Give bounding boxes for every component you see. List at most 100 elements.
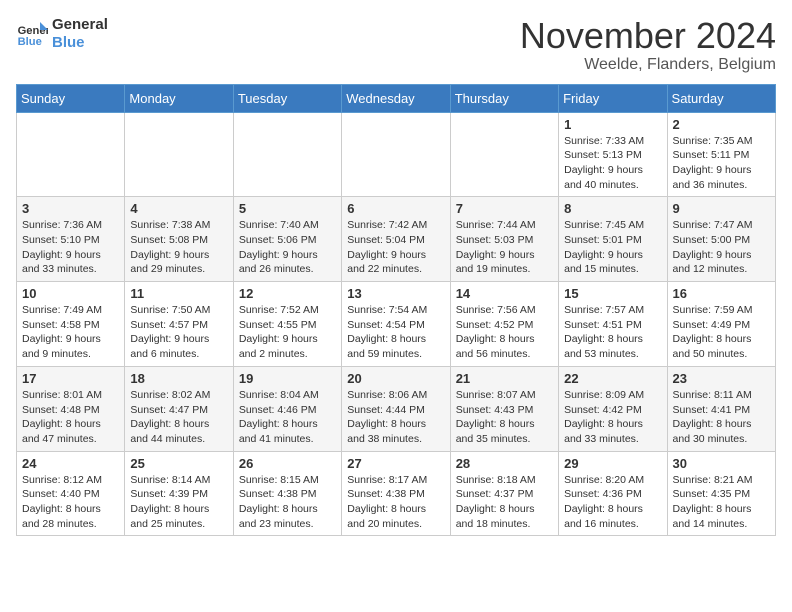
table-row xyxy=(233,112,341,197)
day-number: 2 xyxy=(673,117,770,132)
day-info: Sunrise: 7:57 AM Sunset: 4:51 PM Dayligh… xyxy=(564,303,661,362)
logo-icon: General Blue xyxy=(16,18,48,50)
day-info: Sunrise: 8:11 AM Sunset: 4:41 PM Dayligh… xyxy=(673,388,770,447)
calendar-week-row: 17 Sunrise: 8:01 AM Sunset: 4:48 PM Dayli… xyxy=(17,366,776,451)
title-area: November 2024 Weelde, Flanders, Belgium xyxy=(520,16,776,74)
table-row: 14 Sunrise: 7:56 AM Sunset: 4:52 PM Dayli… xyxy=(450,282,558,367)
day-number: 29 xyxy=(564,456,661,471)
day-number: 8 xyxy=(564,201,661,216)
day-info: Sunrise: 8:14 AM Sunset: 4:39 PM Dayligh… xyxy=(130,473,227,532)
day-number: 27 xyxy=(347,456,444,471)
table-row: 21 Sunrise: 8:07 AM Sunset: 4:43 PM Dayli… xyxy=(450,366,558,451)
table-row: 4 Sunrise: 7:38 AM Sunset: 5:08 PM Daylig… xyxy=(125,197,233,282)
logo: General Blue General Blue xyxy=(16,16,108,52)
table-row: 16Sunrise: 7:59 AM Sunset: 4:49 PM Dayli… xyxy=(667,282,775,367)
table-row: 10Sunrise: 7:49 AM Sunset: 4:58 PM Dayli… xyxy=(17,282,125,367)
day-info: Sunrise: 7:33 AM Sunset: 5:13 PM Dayligh… xyxy=(564,134,661,193)
location-title: Weelde, Flanders, Belgium xyxy=(520,56,776,74)
day-info: Sunrise: 7:50 AM Sunset: 4:57 PM Dayligh… xyxy=(130,303,227,362)
month-title: November 2024 xyxy=(520,16,776,56)
day-info: Sunrise: 7:56 AM Sunset: 4:52 PM Dayligh… xyxy=(456,303,553,362)
table-row: 25 Sunrise: 8:14 AM Sunset: 4:39 PM Dayli… xyxy=(125,451,233,536)
table-row: 18 Sunrise: 8:02 AM Sunset: 4:47 PM Dayli… xyxy=(125,366,233,451)
day-number: 25 xyxy=(130,456,227,471)
table-row xyxy=(342,112,450,197)
table-row: 11Sunrise: 7:50 AM Sunset: 4:57 PM Dayli… xyxy=(125,282,233,367)
table-row: 27 Sunrise: 8:17 AM Sunset: 4:38 PM Dayli… xyxy=(342,451,450,536)
header-wednesday: Wednesday xyxy=(342,84,450,112)
day-number: 18 xyxy=(130,371,227,386)
header-monday: Monday xyxy=(125,84,233,112)
table-row xyxy=(450,112,558,197)
day-number: 26 xyxy=(239,456,336,471)
day-info: Sunrise: 8:06 AM Sunset: 4:44 PM Dayligh… xyxy=(347,388,444,447)
table-row: 9 Sunrise: 7:47 AM Sunset: 5:00 PM Daylig… xyxy=(667,197,775,282)
day-info: Sunrise: 8:07 AM Sunset: 4:43 PM Dayligh… xyxy=(456,388,553,447)
day-number: 7 xyxy=(456,201,553,216)
day-info: Sunrise: 7:40 AM Sunset: 5:06 PM Dayligh… xyxy=(239,218,336,277)
day-info: Sunrise: 8:09 AM Sunset: 4:42 PM Dayligh… xyxy=(564,388,661,447)
table-row: 3Sunrise: 7:36 AM Sunset: 5:10 PM Daylig… xyxy=(17,197,125,282)
day-info: Sunrise: 7:36 AM Sunset: 5:10 PM Dayligh… xyxy=(22,218,119,277)
day-info: Sunrise: 7:38 AM Sunset: 5:08 PM Dayligh… xyxy=(130,218,227,277)
day-number: 6 xyxy=(347,201,444,216)
day-info: Sunrise: 8:17 AM Sunset: 4:38 PM Dayligh… xyxy=(347,473,444,532)
day-number: 19 xyxy=(239,371,336,386)
day-info: Sunrise: 7:45 AM Sunset: 5:01 PM Dayligh… xyxy=(564,218,661,277)
day-info: Sunrise: 8:02 AM Sunset: 4:47 PM Dayligh… xyxy=(130,388,227,447)
day-number: 14 xyxy=(456,286,553,301)
calendar-week-row: 10Sunrise: 7:49 AM Sunset: 4:58 PM Dayli… xyxy=(17,282,776,367)
table-row: 23 Sunrise: 8:11 AM Sunset: 4:41 PM Dayli… xyxy=(667,366,775,451)
day-number: 22 xyxy=(564,371,661,386)
day-info: Sunrise: 7:44 AM Sunset: 5:03 PM Dayligh… xyxy=(456,218,553,277)
day-info: Sunrise: 7:49 AM Sunset: 4:58 PM Dayligh… xyxy=(22,303,119,362)
day-info: Sunrise: 7:47 AM Sunset: 5:00 PM Dayligh… xyxy=(673,218,770,277)
calendar-week-row: 24Sunrise: 8:12 AM Sunset: 4:40 PM Dayli… xyxy=(17,451,776,536)
day-number: 17 xyxy=(22,371,119,386)
header-thursday: Thursday xyxy=(450,84,558,112)
day-info: Sunrise: 7:42 AM Sunset: 5:04 PM Dayligh… xyxy=(347,218,444,277)
day-number: 23 xyxy=(673,371,770,386)
day-number: 9 xyxy=(673,201,770,216)
logo-blue: Blue xyxy=(52,34,108,52)
header-friday: Friday xyxy=(559,84,667,112)
day-info: Sunrise: 8:20 AM Sunset: 4:36 PM Dayligh… xyxy=(564,473,661,532)
table-row: 7 Sunrise: 7:44 AM Sunset: 5:03 PM Daylig… xyxy=(450,197,558,282)
table-row xyxy=(17,112,125,197)
day-number: 20 xyxy=(347,371,444,386)
table-row: 1 Sunrise: 7:33 AM Sunset: 5:13 PM Daylig… xyxy=(559,112,667,197)
day-number: 16 xyxy=(673,286,770,301)
calendar-header-row: Sunday Monday Tuesday Wednesday Thursday… xyxy=(17,84,776,112)
day-number: 15 xyxy=(564,286,661,301)
day-info: Sunrise: 8:01 AM Sunset: 4:48 PM Dayligh… xyxy=(22,388,119,447)
page-header: General Blue General Blue November 2024 … xyxy=(16,16,776,74)
day-number: 12 xyxy=(239,286,336,301)
day-info: Sunrise: 8:04 AM Sunset: 4:46 PM Dayligh… xyxy=(239,388,336,447)
table-row xyxy=(125,112,233,197)
day-number: 28 xyxy=(456,456,553,471)
day-info: Sunrise: 8:18 AM Sunset: 4:37 PM Dayligh… xyxy=(456,473,553,532)
day-number: 1 xyxy=(564,117,661,132)
header-saturday: Saturday xyxy=(667,84,775,112)
header-tuesday: Tuesday xyxy=(233,84,341,112)
day-number: 30 xyxy=(673,456,770,471)
day-number: 13 xyxy=(347,286,444,301)
table-row: 2Sunrise: 7:35 AM Sunset: 5:11 PM Daylig… xyxy=(667,112,775,197)
day-info: Sunrise: 7:52 AM Sunset: 4:55 PM Dayligh… xyxy=(239,303,336,362)
table-row: 30 Sunrise: 8:21 AM Sunset: 4:35 PM Dayli… xyxy=(667,451,775,536)
day-info: Sunrise: 8:12 AM Sunset: 4:40 PM Dayligh… xyxy=(22,473,119,532)
day-info: Sunrise: 8:21 AM Sunset: 4:35 PM Dayligh… xyxy=(673,473,770,532)
table-row: 29 Sunrise: 8:20 AM Sunset: 4:36 PM Dayli… xyxy=(559,451,667,536)
table-row: 8 Sunrise: 7:45 AM Sunset: 5:01 PM Daylig… xyxy=(559,197,667,282)
day-info: Sunrise: 8:15 AM Sunset: 4:38 PM Dayligh… xyxy=(239,473,336,532)
table-row: 19 Sunrise: 8:04 AM Sunset: 4:46 PM Dayli… xyxy=(233,366,341,451)
logo-general: General xyxy=(52,16,108,34)
table-row: 28 Sunrise: 8:18 AM Sunset: 4:37 PM Dayli… xyxy=(450,451,558,536)
day-number: 4 xyxy=(130,201,227,216)
table-row: 15 Sunrise: 7:57 AM Sunset: 4:51 PM Dayli… xyxy=(559,282,667,367)
table-row: 24Sunrise: 8:12 AM Sunset: 4:40 PM Dayli… xyxy=(17,451,125,536)
table-row: 12 Sunrise: 7:52 AM Sunset: 4:55 PM Dayli… xyxy=(233,282,341,367)
day-number: 21 xyxy=(456,371,553,386)
day-number: 5 xyxy=(239,201,336,216)
table-row: 17 Sunrise: 8:01 AM Sunset: 4:48 PM Dayli… xyxy=(17,366,125,451)
